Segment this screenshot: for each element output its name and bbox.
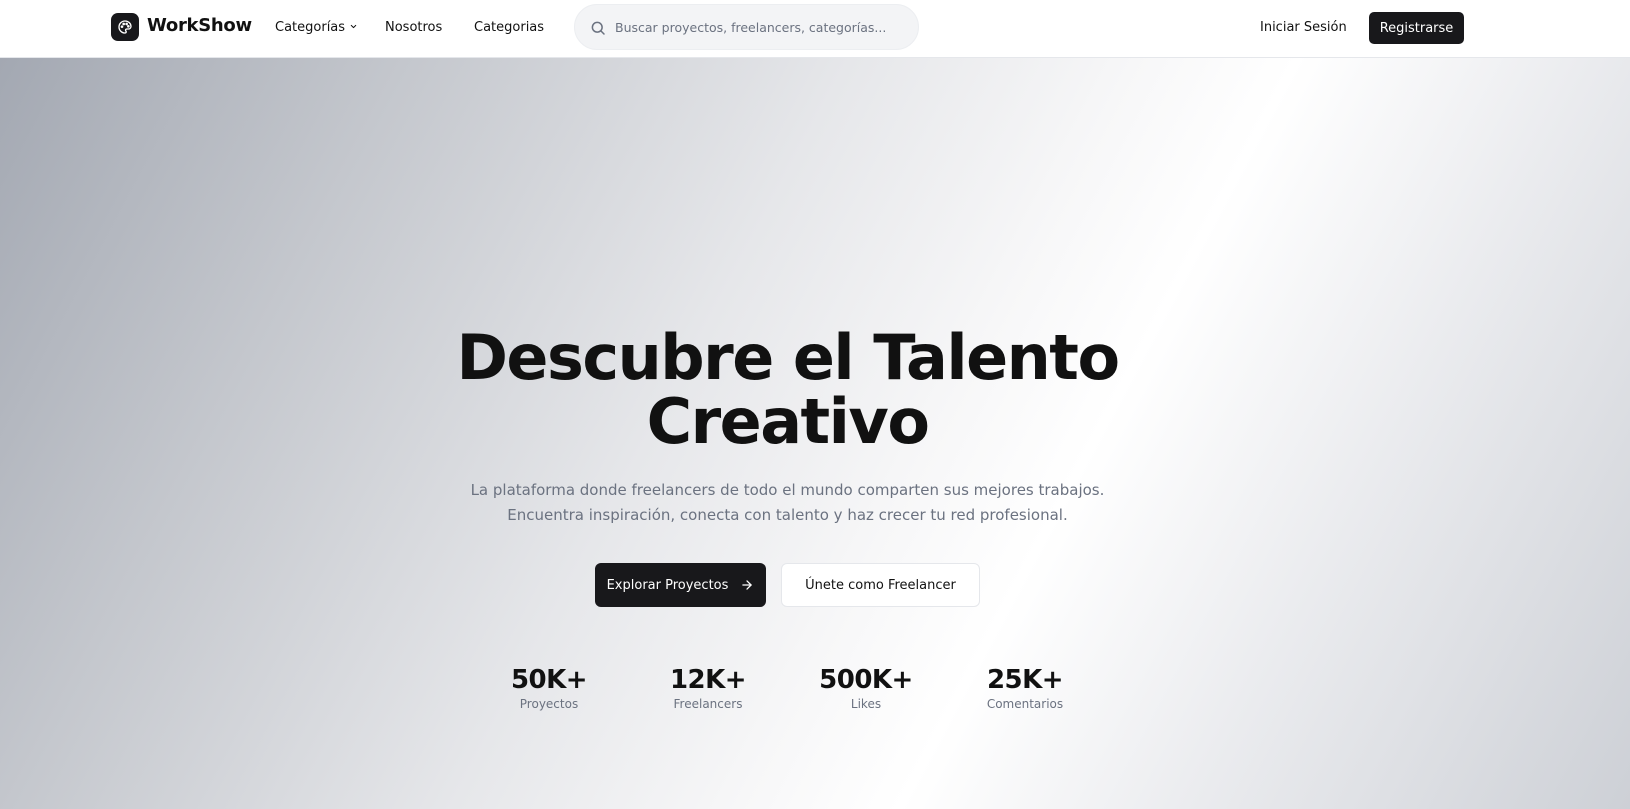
stat-label: Comentarios xyxy=(986,697,1064,711)
stat-label: Proyectos xyxy=(519,697,579,711)
brand-logo[interactable] xyxy=(111,13,139,41)
nav-nosotros[interactable]: Nosotros xyxy=(385,20,442,35)
explore-projects-label: Explorar Proyectos xyxy=(606,577,729,593)
search-bar xyxy=(574,4,919,50)
stat-value: 25K+ xyxy=(986,665,1064,695)
nav-categorias[interactable]: Categorias xyxy=(474,20,544,35)
register-button[interactable]: Registrarse xyxy=(1369,12,1464,44)
palette-icon xyxy=(118,20,132,34)
join-freelancer-button[interactable]: Únete como Freelancer xyxy=(781,563,980,607)
hero-title-line1: Descubre el Talento xyxy=(456,321,1120,394)
arrow-right-icon xyxy=(742,580,753,590)
stat-value: 500K+ xyxy=(819,665,913,695)
stat-comentarios: 25K+ Comentarios xyxy=(955,664,1095,712)
search-icon xyxy=(591,21,605,35)
top-navbar: WorkShow Categorías Nosotros Categorias … xyxy=(0,0,1630,58)
hero-subtitle-line2: Encuentra inspiración, conecta con talen… xyxy=(507,506,1068,524)
stat-value: 12K+ xyxy=(669,665,747,695)
chevron-down-icon xyxy=(349,20,358,35)
hero-title: Descubre el Talento Creativo xyxy=(0,326,1575,454)
stat-value: 50K+ xyxy=(510,665,588,695)
search-input[interactable] xyxy=(615,5,905,49)
nav-categorias-label: Categorías xyxy=(275,20,346,35)
hero-subtitle: La plataforma donde freelancers de todo … xyxy=(0,478,1575,528)
login-link[interactable]: Iniciar Sesión xyxy=(1260,20,1347,35)
stat-likes: 500K+ Likes xyxy=(796,664,936,712)
hero-title-line2: Creativo xyxy=(646,385,930,458)
stat-proyectos: 50K+ Proyectos xyxy=(479,664,619,712)
brand-name[interactable]: WorkShow xyxy=(147,15,252,36)
stat-freelancers: 12K+ Freelancers xyxy=(638,664,778,712)
nav-categorias-dropdown[interactable]: Categorías xyxy=(275,20,358,35)
hero-subtitle-line1: La plataforma donde freelancers de todo … xyxy=(470,481,1105,499)
stat-label: Freelancers xyxy=(673,697,743,711)
stat-label: Likes xyxy=(850,697,882,711)
explore-projects-button[interactable]: Explorar Proyectos xyxy=(595,563,766,607)
